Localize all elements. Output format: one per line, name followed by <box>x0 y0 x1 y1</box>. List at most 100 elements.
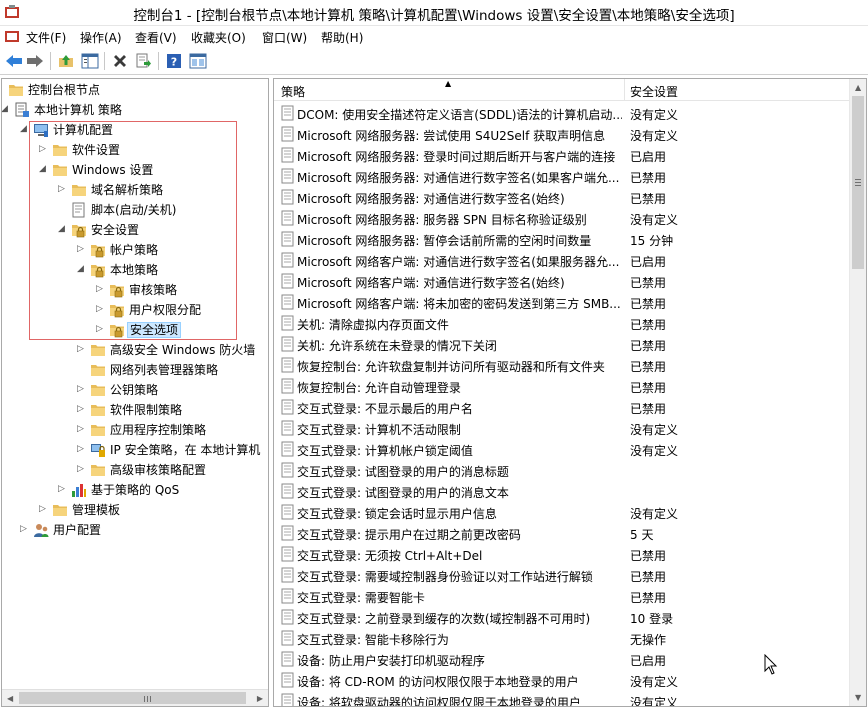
tree-node[interactable]: 网络列表管理器策略 <box>2 360 268 380</box>
expand-arrow-icon[interactable]: ▷ <box>77 445 86 454</box>
collapse-arrow-icon[interactable]: ◢ <box>2 105 10 114</box>
table-row[interactable]: 交互式登录: 提示用户在过期之前更改密码 5 天 <box>274 523 850 544</box>
table-row[interactable]: 交互式登录: 需要域控制器身份验证以对工作站进行解锁 已禁用 <box>274 565 850 586</box>
expand-arrow-icon[interactable]: ▷ <box>77 405 86 414</box>
expand-arrow-icon[interactable]: ▷ <box>39 145 48 154</box>
table-row[interactable]: 交互式登录: 计算机帐户锁定阈值 没有定义 <box>274 439 850 460</box>
forward-arrow-icon[interactable] <box>25 51 45 71</box>
tree-node[interactable]: ▷ 高级安全 Windows 防火墙 <box>2 340 268 360</box>
expand-arrow-icon[interactable]: ▷ <box>96 325 105 334</box>
tree-node[interactable]: ▷ IP 安全策略，在 本地计算机 <box>2 440 268 460</box>
up-folder-icon[interactable] <box>56 51 76 71</box>
show-hide-tree-icon[interactable] <box>80 51 100 71</box>
tree-horizontal-scrollbar[interactable]: ◀ ▶ <box>2 689 268 706</box>
delete-icon[interactable] <box>110 51 130 71</box>
tree-node[interactable]: ▷ 域名解析策略 <box>2 180 268 200</box>
collapse-arrow-icon[interactable]: ◢ <box>77 265 86 274</box>
table-row[interactable]: 关机: 清除虚拟内存页面文件 已禁用 <box>274 313 850 334</box>
table-row[interactable]: 恢复控制台: 允许软盘复制并访问所有驱动器和所有文件夹 已禁用 <box>274 355 850 376</box>
tree-node[interactable]: ▷ 基于策略的 QoS <box>2 480 268 500</box>
scroll-left-arrow-icon[interactable]: ◀ <box>7 694 13 703</box>
table-row[interactable]: Microsoft 网络服务器: 尝试使用 S4U2Self 获取声明信息 没有定… <box>274 124 850 145</box>
expand-arrow-icon[interactable]: ▷ <box>77 425 86 434</box>
expand-arrow-icon[interactable]: ▷ <box>77 465 86 474</box>
scroll-up-arrow-icon[interactable]: ▲ <box>855 83 861 92</box>
table-row[interactable]: 交互式登录: 不显示最后的用户名 已禁用 <box>274 397 850 418</box>
column-header-setting[interactable]: 安全设置 <box>624 79 850 101</box>
table-row[interactable]: 交互式登录: 锁定会话时显示用户信息 没有定义 <box>274 502 850 523</box>
tree-node[interactable]: 控制台根节点 <box>2 80 268 100</box>
collapse-arrow-icon[interactable]: ◢ <box>20 125 29 134</box>
tree-node[interactable]: ◢ 本地计算机 策略 <box>2 100 268 120</box>
tree-node[interactable]: ◢ 本地策略 <box>2 260 268 280</box>
expand-arrow-icon[interactable]: ▷ <box>96 285 105 294</box>
expand-arrow-icon[interactable]: ▷ <box>58 185 67 194</box>
table-row[interactable]: 交互式登录: 无须按 Ctrl+Alt+Del 已禁用 <box>274 544 850 565</box>
scroll-thumb[interactable] <box>19 692 246 704</box>
tree-node[interactable]: ▷ 应用程序控制策略 <box>2 420 268 440</box>
policy-name: 关机: 允许系统在未登录的情况下关闭 <box>297 339 497 353</box>
scroll-right-arrow-icon[interactable]: ▶ <box>257 694 263 703</box>
table-row[interactable]: 交互式登录: 试图登录的用户的消息标题 <box>274 460 850 481</box>
tree-node[interactable]: ◢ 计算机配置 <box>2 120 268 140</box>
expand-arrow-icon[interactable]: ▷ <box>77 245 86 254</box>
column-header-policy[interactable]: ▲ 策略 <box>274 79 624 101</box>
back-arrow-icon[interactable] <box>4 51 24 71</box>
expand-arrow-icon[interactable]: ▷ <box>77 385 86 394</box>
menu-file[interactable]: 文件(F) <box>26 29 66 46</box>
menu-window[interactable]: 窗口(W) <box>262 29 307 46</box>
tree-node[interactable]: 脚本(启动/关机) <box>2 200 268 220</box>
expand-arrow-icon[interactable]: ▷ <box>20 525 29 534</box>
table-row[interactable]: Microsoft 网络客户端: 对通信进行数字签名(始终) 已禁用 <box>274 271 850 292</box>
table-row[interactable]: Microsoft 网络服务器: 服务器 SPN 目标名称验证级别 没有定义 <box>274 208 850 229</box>
expand-arrow-icon[interactable]: ▷ <box>58 485 67 494</box>
table-row[interactable]: 交互式登录: 需要智能卡 已禁用 <box>274 586 850 607</box>
properties-icon[interactable] <box>188 51 208 71</box>
tree-node[interactable]: ▷ 软件设置 <box>2 140 268 160</box>
tree-node[interactable]: ▷ 帐户策略 <box>2 240 268 260</box>
table-row[interactable]: Microsoft 网络服务器: 登录时间过期后断开与客户端的连接 已启用 <box>274 145 850 166</box>
table-row[interactable]: 交互式登录: 智能卡移除行为 无操作 <box>274 628 850 649</box>
collapse-arrow-icon[interactable]: ◢ <box>39 165 48 174</box>
tree-node[interactable]: ▷ 用户配置 <box>2 520 268 540</box>
table-row[interactable]: Microsoft 网络客户端: 将未加密的密码发送到第三方 SMB... 已禁用 <box>274 292 850 313</box>
scroll-down-arrow-icon[interactable]: ▼ <box>855 693 861 702</box>
tree-node[interactable]: ◢ 安全设置 <box>2 220 268 240</box>
export-list-icon[interactable] <box>134 51 154 71</box>
tree-node[interactable]: ▷ 安全选项 <box>2 320 268 340</box>
details-pane[interactable]: ▲ 策略 安全设置 ▲ ▼ DCOM: 使用安全描述符定义语言(SDDL)语法的… <box>273 78 867 707</box>
help-icon[interactable]: ? <box>164 51 184 71</box>
table-row[interactable]: Microsoft 网络服务器: 对通信进行数字签名(如果客户端允... 已禁用 <box>274 166 850 187</box>
table-row[interactable]: Microsoft 网络服务器: 对通信进行数字签名(始终) 已禁用 <box>274 187 850 208</box>
table-row[interactable]: 恢复控制台: 允许自动管理登录 已禁用 <box>274 376 850 397</box>
menu-favorites[interactable]: 收藏夹(O) <box>191 29 246 46</box>
tree-node[interactable]: ▷ 用户权限分配 <box>2 300 268 320</box>
list-vertical-scrollbar[interactable]: ▲ ▼ <box>849 79 866 706</box>
menu-action[interactable]: 操作(A) <box>80 29 122 46</box>
expand-arrow-icon[interactable]: ▷ <box>39 505 48 514</box>
policy-item-icon <box>280 483 296 499</box>
tree-node[interactable]: ▷ 审核策略 <box>2 280 268 300</box>
console-menu-icon[interactable] <box>4 28 20 44</box>
table-row[interactable]: 关机: 允许系统在未登录的情况下关闭 已禁用 <box>274 334 850 355</box>
table-row[interactable]: 交互式登录: 之前登录到缓存的次数(域控制器不可用时) 10 登录 <box>274 607 850 628</box>
tree-node[interactable]: ▷ 软件限制策略 <box>2 400 268 420</box>
scroll-thumb[interactable] <box>852 96 864 269</box>
tree-node[interactable]: ▷ 公钥策略 <box>2 380 268 400</box>
expand-arrow-icon[interactable]: ▷ <box>96 305 105 314</box>
table-row[interactable]: 交互式登录: 计算机不活动限制 没有定义 <box>274 418 850 439</box>
expand-arrow-icon[interactable]: ▷ <box>77 345 86 354</box>
table-row[interactable]: Microsoft 网络客户端: 对通信进行数字签名(如果服务器允... 已启用 <box>274 250 850 271</box>
table-row[interactable]: 设备: 将软盘驱动器的访问权限仅限于本地登录的用户 没有定义 <box>274 691 850 706</box>
tree-node[interactable]: ▷ 高级审核策略配置 <box>2 460 268 480</box>
console-tree-pane[interactable]: ▷ 用户配置 ▷ 管理模板 ▷ 基于策略的 QoS ▷ 高级审核策略配置 ▷ IP 安全策略，在 … <box>1 78 269 707</box>
menu-view[interactable]: 查看(V) <box>135 29 177 46</box>
collapse-arrow-icon[interactable]: ◢ <box>58 225 67 234</box>
tree-node[interactable]: ◢ Windows 设置 <box>2 160 268 180</box>
security-setting: 已禁用 <box>630 171 667 185</box>
table-row[interactable]: DCOM: 使用安全描述符定义语言(SDDL)语法的计算机启动... 没有定义 <box>274 103 850 124</box>
table-row[interactable]: 交互式登录: 试图登录的用户的消息文本 <box>274 481 850 502</box>
table-row[interactable]: Microsoft 网络服务器: 暂停会话前所需的空闲时间数量 15 分钟 <box>274 229 850 250</box>
menu-help[interactable]: 帮助(H) <box>321 29 363 46</box>
tree-node[interactable]: ▷ 管理模板 <box>2 500 268 520</box>
